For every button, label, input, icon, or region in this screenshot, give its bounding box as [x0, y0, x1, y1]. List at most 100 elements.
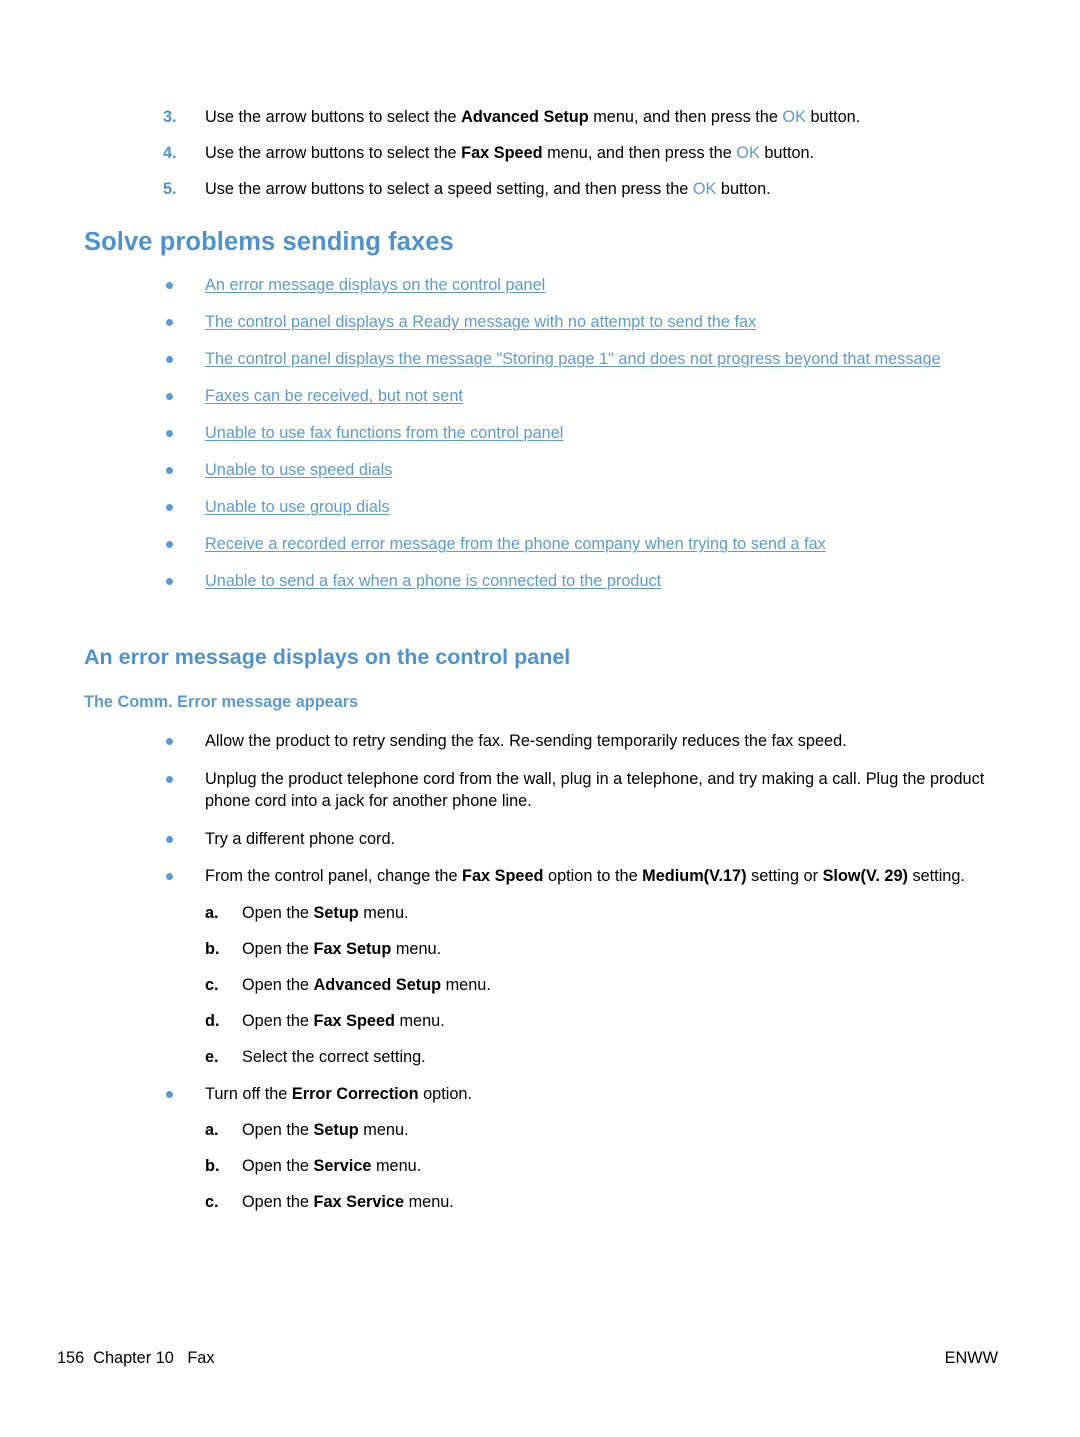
bullet-text-mid2: setting or [746, 867, 823, 885]
toc-link[interactable]: An error message displays on the control… [205, 276, 545, 294]
sub-item-letter: c. [205, 975, 219, 994]
step-text-pre: Use the arrow buttons to select the [205, 144, 462, 162]
list-item[interactable]: Unable to use group dials [163, 496, 1003, 518]
step-text-post: button. [716, 180, 771, 198]
sub-item-text-pre: Open the [242, 1011, 314, 1030]
bullet-text: Unplug the product telephone cord from t… [205, 769, 985, 811]
bullet-dot-icon [166, 835, 173, 843]
sub-item-text-pre: Open the [242, 939, 314, 958]
toc-link[interactable]: Faxes can be received, but not sent [205, 387, 463, 405]
sub-list-item: a. Open the Setup menu. [205, 902, 998, 924]
step-text-post: button. [805, 108, 861, 126]
list-item[interactable]: Receive a recorded error message from th… [163, 533, 1003, 555]
step-bold-term: Fax Speed [461, 144, 543, 162]
list-item: Try a different phone cord. [163, 828, 998, 851]
sub-item-letter: c. [205, 1193, 219, 1211]
sub-item-letter: a. [205, 1121, 219, 1139]
bullet-text: Allow the product to retry sending the f… [205, 732, 847, 750]
toc-link[interactable]: Unable to use group dials [205, 498, 390, 516]
sub-item-text-post: menu. [394, 1011, 445, 1030]
step-number: 5. [163, 180, 177, 198]
bullet-dot-icon [166, 541, 173, 548]
sub-item-letter: e. [205, 1047, 219, 1066]
bullet-text: Turn off the [205, 1084, 292, 1103]
sub-item-text-post: menu. [371, 1157, 422, 1175]
step-text-pre: Use the arrow buttons to select a speed … [205, 180, 693, 198]
sub-item-bold-term: Service [313, 1157, 372, 1175]
toc-link[interactable]: Unable to use speed dials [205, 461, 392, 479]
sub-list-item: c. Open the Advanced Setup menu. [205, 974, 998, 996]
sub-item-text-pre: Open the [242, 903, 314, 922]
bullet-dot-icon [166, 319, 173, 326]
sub-item-text-pre: Open the [242, 975, 314, 994]
sub-item-letter: d. [205, 1011, 220, 1030]
sub-list-item: e. Select the correct setting. [205, 1046, 998, 1068]
sub-item-text-post: menu. [404, 1193, 454, 1211]
step-bold-term: Advanced Setup [461, 108, 589, 126]
sub-item-letter: b. [205, 939, 220, 958]
list-item[interactable]: The control panel displays the message "… [163, 348, 1003, 370]
bullet-text: Try a different phone cord. [205, 829, 396, 848]
list-item[interactable]: The control panel displays a Ready messa… [163, 311, 1003, 333]
subsubsection-heading: The Comm. Error message appears [84, 693, 359, 711]
sub-item-bold-term: Setup [313, 903, 359, 922]
list-item[interactable]: Unable to use fax functions from the con… [163, 422, 1003, 444]
list-item[interactable]: Unable to send a fax when a phone is con… [163, 570, 1003, 592]
bullet-dot-icon [166, 578, 173, 585]
sub-item-text-pre: Open the [242, 1193, 314, 1211]
sub-list-item: a. Open the Setup menu. [205, 1119, 998, 1141]
bullet-bold-term: Fax Speed [462, 867, 544, 885]
toc-link[interactable]: Receive a recorded error message from th… [205, 535, 826, 553]
list-item: Turn off the Error Correction option. a.… [163, 1083, 998, 1214]
step-text-post: button. [759, 144, 815, 162]
body-bullet-list: Allow the product to retry sending the f… [163, 730, 998, 1228]
bullet-dot-icon [166, 393, 173, 400]
sub-item-text-pre: Open the [242, 1121, 314, 1139]
lettered-sub-list: a. Open the Setup menu. b. Open the Serv… [205, 1119, 998, 1213]
toc-link[interactable]: Unable to use fax functions from the con… [205, 424, 563, 442]
bullet-dot-icon [166, 1090, 173, 1098]
list-item[interactable]: Unable to use speed dials [163, 459, 1003, 481]
step-number: 3. [163, 108, 177, 126]
document-page: 3. Use the arrow buttons to select the A… [0, 0, 1080, 1437]
toc-link[interactable]: Unable to send a fax when a phone is con… [205, 572, 661, 590]
sub-item-bold-term: Fax Speed [313, 1011, 395, 1030]
bullet-text-post: setting. [907, 867, 965, 885]
toc-link[interactable]: The control panel displays the message "… [205, 350, 941, 368]
sub-item-text-post: menu. [391, 939, 442, 958]
list-item[interactable]: Faxes can be received, but not sent [163, 385, 1003, 407]
list-item: Unplug the product telephone cord from t… [163, 768, 998, 813]
step-text-mid: menu, and then press the [542, 144, 737, 162]
sub-item-text-post: menu. [358, 903, 409, 922]
subsection-heading: An error message displays on the control… [84, 645, 571, 669]
bullet-text-mid: option to the [543, 867, 643, 885]
sub-item-bold-term: Fax Service [313, 1193, 405, 1211]
sub-list-item: c. Open the Fax Service menu. [205, 1191, 998, 1213]
toc-link[interactable]: The control panel displays a Ready messa… [205, 313, 756, 331]
bullet-bold-term: Medium(V.17) [642, 867, 747, 885]
lettered-sub-list: a. Open the Setup menu. b. Open the Fax … [205, 902, 998, 1068]
step-text-mid: menu, and then press the [588, 108, 783, 126]
bullet-text: From the control panel, change the [205, 867, 463, 885]
footer-page-chapter: 156 Chapter 10 Fax [57, 1349, 215, 1367]
numbered-step-list: 3. Use the arrow buttons to select the A… [163, 106, 993, 214]
step-text-pre: Use the arrow buttons to select the [205, 108, 462, 126]
ok-button-label: OK [736, 144, 760, 162]
sub-item-text-pre: Select the correct setting. [242, 1047, 426, 1066]
list-item[interactable]: An error message displays on the control… [163, 274, 1003, 296]
sub-item-text-post: menu. [441, 975, 491, 994]
ok-button-label: OK [782, 108, 806, 126]
page-title: Solve problems sending faxes [84, 228, 454, 256]
toc-link-list: An error message displays on the control… [163, 274, 1003, 607]
sub-item-bold-term: Advanced Setup [313, 975, 442, 994]
sub-list-item: b. Open the Service menu. [205, 1155, 998, 1177]
footer-locale-code: ENWW [944, 1349, 998, 1367]
sub-list-item: b. Open the Fax Setup menu. [205, 938, 998, 960]
list-item: Allow the product to retry sending the f… [163, 730, 998, 753]
bullet-text-mid: option. [418, 1084, 472, 1103]
sub-item-letter: a. [205, 903, 219, 922]
numbered-step-5: 5. Use the arrow buttons to select a spe… [163, 178, 993, 200]
sub-item-bold-term: Setup [313, 1121, 359, 1139]
sub-item-letter: b. [205, 1157, 220, 1175]
bullet-bold-term: Error Correction [291, 1084, 419, 1103]
